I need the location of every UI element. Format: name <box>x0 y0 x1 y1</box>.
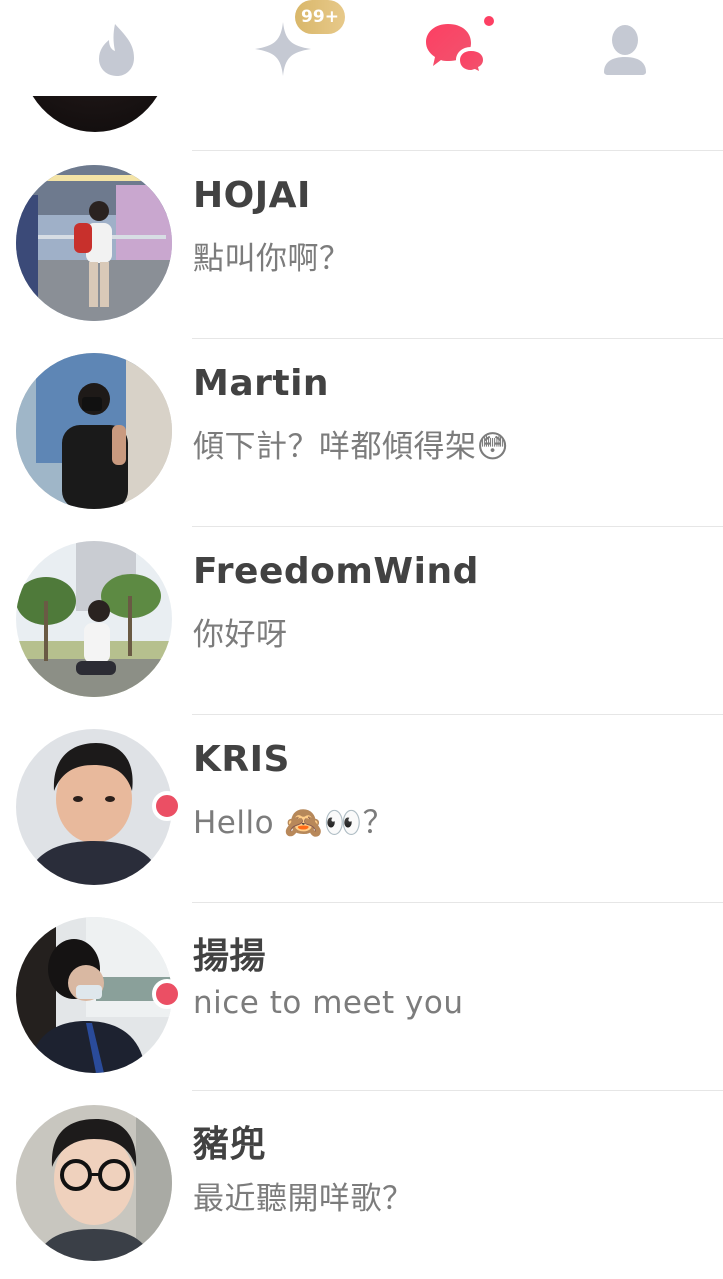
explore-count-badge: 99+ <box>295 0 345 34</box>
avatar <box>16 541 172 697</box>
conversation-name: Martin <box>193 363 330 404</box>
avatar <box>16 1105 172 1261</box>
avatar <box>16 165 172 321</box>
avatar <box>16 917 172 1073</box>
person-icon <box>604 25 646 75</box>
message-preview: 你好呀 <box>193 617 288 653</box>
conversation-name: FreedomWind <box>193 551 479 592</box>
unread-indicator-dot <box>152 791 182 821</box>
avatar <box>16 729 172 885</box>
message-preview: Hello 🙈👀？ <box>193 805 395 841</box>
top-tab-bar: 99+ <box>0 0 723 96</box>
message-preview: 最近聽開咩歌？ <box>193 1181 414 1217</box>
conversation-name: KRIS <box>193 739 290 780</box>
conversation-row-chu-dau[interactable]: 豬兜 最近聽開咩歌？ <box>0 1091 723 1279</box>
conversation-name: 揚揚 <box>193 936 267 977</box>
message-preview: 點叫你啊？ <box>193 241 351 277</box>
flame-icon <box>99 24 134 76</box>
tab-flame[interactable] <box>82 14 152 84</box>
unread-indicator-dot <box>152 979 182 1009</box>
message-preview: nice to meet you <box>193 985 464 1021</box>
conversation-row-kris[interactable]: KRIS Hello 🙈👀？ <box>0 715 723 903</box>
tab-messages[interactable] <box>421 14 491 84</box>
conversation-row-freedomwind[interactable]: FreedomWind 你好呀 <box>0 527 723 715</box>
messages-notification-dot <box>484 16 494 26</box>
avatar <box>16 353 172 509</box>
conversation-name: HOJAI <box>193 175 311 216</box>
chat-bubbles-icon <box>426 24 487 75</box>
message-preview: 傾下計？咩都傾得架😳 <box>193 429 510 465</box>
conversation-name: 豬兜 <box>193 1124 267 1165</box>
conversation-row-yeung-yeung[interactable]: 揚揚 nice to meet you <box>0 903 723 1091</box>
conversation-row-martin[interactable]: Martin 傾下計？咩都傾得架😳 <box>0 339 723 527</box>
conversation-row-hojai[interactable]: HOJAI 點叫你啊？ <box>0 151 723 339</box>
tab-profile[interactable] <box>590 14 660 84</box>
